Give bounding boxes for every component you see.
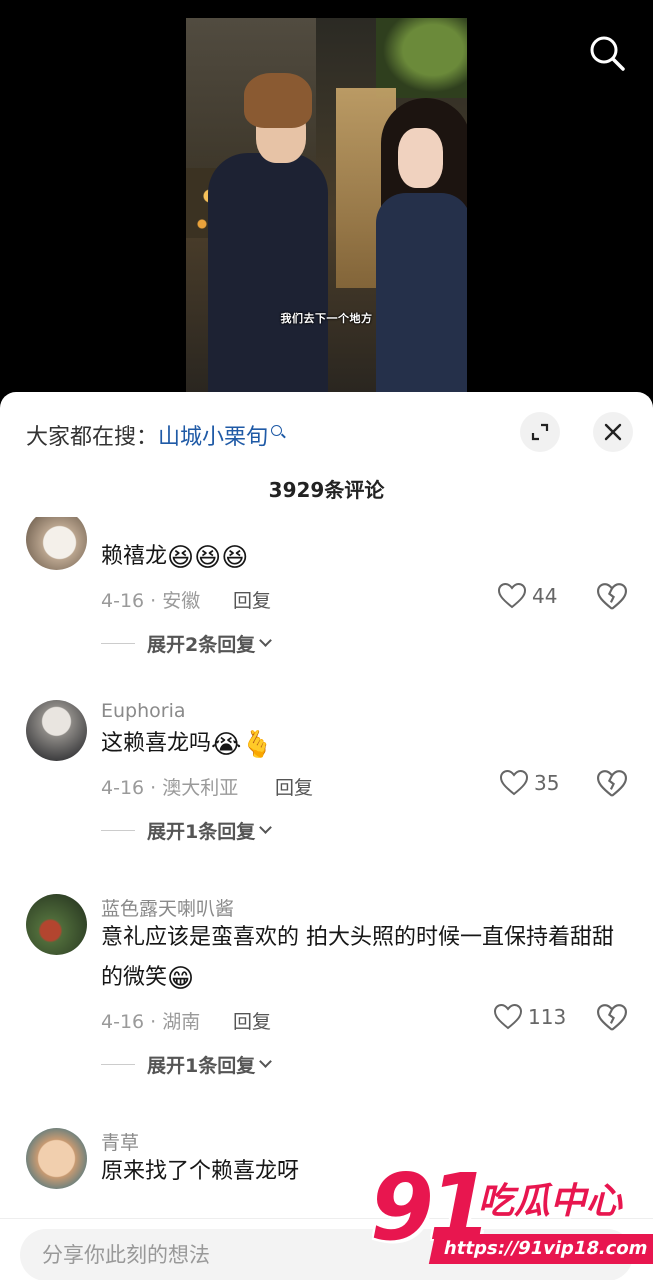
like-count: 113 (528, 1005, 567, 1029)
avatar[interactable] (26, 700, 87, 761)
comment-sheet-header: 大家都在搜：山城小栗旬 (0, 392, 653, 472)
laughing-emoji: 😆😆😆 (167, 543, 249, 573)
chevron-down-icon (259, 634, 273, 647)
video-background-plant (376, 18, 467, 98)
comment-username[interactable]: 青草 (101, 1128, 139, 1155)
like-count: 35 (534, 771, 560, 795)
search-icon[interactable] (587, 33, 627, 73)
divider-line (101, 1064, 135, 1065)
video-person-man-hair (244, 73, 312, 128)
crying-hand-heart-emoji: 😭🫰 (211, 730, 274, 760)
comment-text: 赖禧龙😆😆😆 (101, 543, 249, 573)
broken-heart-icon (596, 583, 628, 610)
comment-text: 这赖喜龙吗😭🫰 (101, 730, 274, 760)
comment-count: 3929条评论 (268, 478, 385, 502)
watermark-logo: 91 吃瓜中心 https://91vip18.com (370, 1154, 653, 1270)
expand-replies-button[interactable]: 展开1条回复 (101, 1051, 273, 1078)
watermark-text: 吃瓜中心 (478, 1181, 623, 1222)
video-subtitle: 我们去下一个地方 (280, 312, 373, 325)
expand-replies-label: 展开2条回复 (147, 634, 256, 656)
expand-replies-button[interactable]: 展开1条回复 (101, 817, 273, 844)
comment-username[interactable]: 蓝色露天喇叭酱 (101, 894, 234, 921)
broken-heart-icon (596, 770, 628, 797)
expand-replies-button[interactable]: 展开2条回复 (101, 630, 273, 657)
broken-heart-icon (596, 1004, 628, 1031)
heart-icon (498, 583, 526, 609)
video-person-man (208, 153, 328, 393)
small-search-icon (271, 425, 283, 436)
dislike-button[interactable] (596, 583, 628, 613)
close-button[interactable] (593, 412, 633, 452)
comment-date-location: 4-16 · 安徽 (101, 590, 201, 612)
avatar[interactable] (26, 517, 87, 570)
reply-button[interactable]: 回复 (233, 1007, 271, 1034)
expand-replies-label: 展开1条回复 (147, 821, 256, 843)
avatar[interactable] (26, 894, 87, 955)
comment-username[interactable]: Euphoria (101, 700, 186, 722)
hot-search-label: 大家都在搜： (26, 425, 159, 450)
like-button[interactable]: 44 (498, 583, 557, 609)
grinning-emoji: 😁 (167, 964, 195, 994)
hot-search-term[interactable]: 山城小栗旬 (158, 425, 268, 450)
heart-icon (500, 770, 528, 796)
reply-button[interactable]: 回复 (233, 586, 271, 613)
comment-sheet: 大家都在搜：山城小栗旬 3929条评论 赖禧龙😆😆😆 4-16 · 安徽 回复 (0, 392, 653, 1280)
divider-line (101, 643, 135, 644)
comment-date-location: 4-16 · 澳大利亚 (101, 777, 239, 799)
chevron-down-icon (259, 1055, 273, 1068)
heart-icon (494, 1004, 522, 1030)
comment-date-location: 4-16 · 湖南 (101, 1011, 201, 1033)
comment-text: 意礼应该是蛮喜欢的 拍大头照的时候一直保持着甜甜的微笑😁 (101, 925, 614, 994)
expand-icon (531, 423, 549, 441)
chevron-down-icon (259, 821, 273, 834)
dislike-button[interactable] (596, 770, 628, 800)
divider-line (101, 830, 135, 831)
comment-list[interactable]: 赖禧龙😆😆😆 4-16 · 安徽 回复 44 展开2条回复 Euphoria 这… (0, 517, 653, 1217)
video-person-woman (376, 193, 467, 393)
like-count: 44 (532, 584, 558, 608)
like-button[interactable]: 113 (494, 1004, 566, 1030)
reply-button[interactable]: 回复 (275, 773, 313, 800)
close-icon (604, 423, 622, 441)
expand-replies-label: 展开1条回复 (147, 1055, 256, 1077)
video-person-woman-face (398, 128, 443, 188)
expand-sheet-button[interactable] (520, 412, 560, 452)
video-player[interactable]: 我们去下一个地方 (0, 0, 653, 400)
dislike-button[interactable] (596, 1004, 628, 1034)
avatar[interactable] (26, 1128, 87, 1189)
like-button[interactable]: 35 (500, 770, 559, 796)
watermark-url: https://91vip18.com (428, 1234, 653, 1264)
video-frame[interactable]: 我们去下一个地方 (186, 18, 467, 393)
hot-search[interactable]: 大家都在搜：山城小栗旬 (26, 419, 283, 451)
